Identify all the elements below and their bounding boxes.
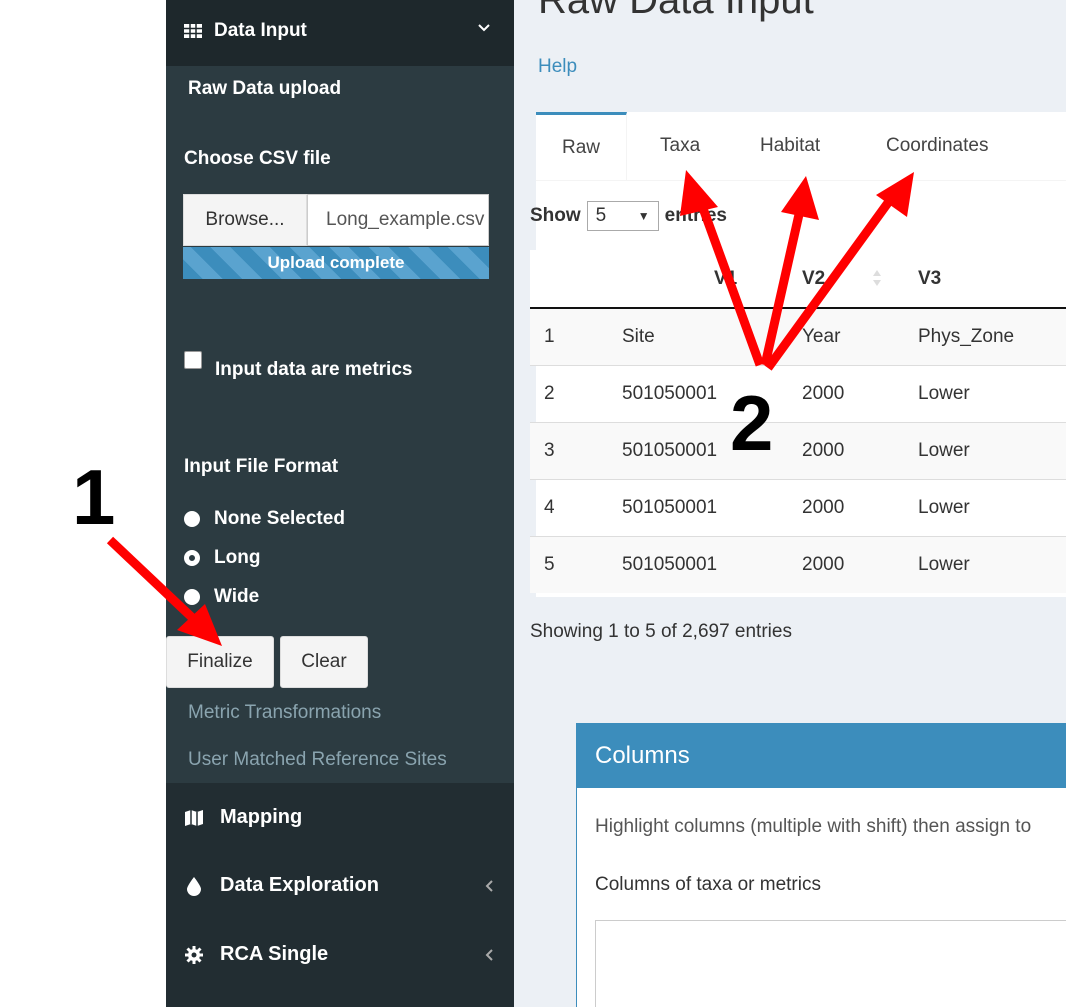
- menu-data-exploration[interactable]: Data Exploration: [184, 874, 494, 897]
- radio-label: Wide: [214, 586, 260, 607]
- columns-taxa-label: Columns of taxa or metrics: [595, 874, 821, 895]
- column-header: [530, 250, 608, 309]
- upload-progress-bar: Upload complete: [183, 247, 489, 279]
- main-content: Raw Data Input Help Raw Taxa Habitat Coo…: [514, 0, 1066, 1007]
- table-row[interactable]: 4 501050001 2000 Lower: [530, 478, 1066, 536]
- menu-rca-single-label: RCA Single: [220, 943, 329, 965]
- browse-button[interactable]: Browse...: [183, 194, 307, 246]
- sidebar-header[interactable]: Data Input: [166, 0, 514, 66]
- radio-dot: [184, 589, 200, 605]
- dropdown-caret-icon: ▼: [637, 209, 650, 223]
- user-matched-reference-link[interactable]: User Matched Reference Sites: [188, 749, 447, 771]
- gear-icon: [185, 945, 203, 964]
- radio-wide[interactable]: Wide: [184, 586, 259, 608]
- radio-label: None Selected: [214, 508, 345, 529]
- annotation-marker-2: 2: [730, 379, 774, 467]
- metric-transformations-link[interactable]: Metric Transformations: [188, 702, 381, 724]
- table-row[interactable]: 5 501050001 2000 Lower: [530, 535, 1066, 593]
- finalize-button[interactable]: Finalize: [166, 636, 274, 688]
- tab-taxa[interactable]: Taxa: [660, 112, 700, 180]
- table-cell: Lower: [900, 364, 1066, 422]
- raw-upload-title[interactable]: Raw Data upload: [188, 78, 341, 100]
- page-length-select[interactable]: 5 ▼: [586, 201, 659, 231]
- columns-taxa-listbox[interactable]: [595, 920, 1066, 1007]
- chevron-down-icon[interactable]: [478, 22, 490, 34]
- page-length-value: 5: [595, 205, 607, 226]
- column-header-v3[interactable]: V3: [900, 250, 1066, 309]
- annotation-marker-1: 1: [72, 453, 116, 541]
- menu-mapping-label: Mapping: [220, 806, 303, 828]
- table-cell: 5: [530, 535, 608, 593]
- sort-icon: [873, 270, 881, 286]
- table-cell: 2000: [788, 478, 900, 536]
- table-row[interactable]: 1 Site Year Phys_Zone: [530, 307, 1066, 365]
- table-cell: 4: [530, 478, 608, 536]
- table-info: Showing 1 to 5 of 2,697 entries: [530, 621, 792, 642]
- table-cell: 501050001: [608, 478, 788, 536]
- table-cell: 2000: [788, 535, 900, 593]
- table-cell: 3: [530, 421, 608, 479]
- menu-data-input[interactable]: Data Input: [184, 20, 307, 42]
- file-input[interactable]: Browse... Long_example.csv: [183, 194, 489, 246]
- menu-rca-single[interactable]: RCA Single: [184, 943, 494, 966]
- chevron-left-icon[interactable]: [484, 879, 494, 892]
- sidebar-submenu: Raw Data upload Choose CSV file Browse..…: [166, 66, 514, 783]
- entries-label: entries: [664, 205, 727, 226]
- menu-mapping[interactable]: Mapping: [184, 806, 494, 829]
- table-header-row: V1 V2 V3: [530, 250, 1066, 309]
- menu-data-input-label: Data Input: [214, 20, 307, 41]
- radio-none-selected[interactable]: None Selected: [184, 508, 345, 530]
- help-link[interactable]: Help: [538, 56, 577, 78]
- table-cell: 2: [530, 364, 608, 422]
- column-header-label: V2: [802, 267, 826, 289]
- sidebar: Data Input Raw Data upload Choose CSV fi…: [166, 0, 514, 1007]
- radio-label: Long: [214, 547, 261, 568]
- radio-dot-selected: [184, 550, 200, 566]
- tab-bar: Raw Taxa Habitat Coordinates: [536, 112, 1066, 181]
- table-cell: Site: [608, 307, 788, 365]
- show-label: Show: [530, 205, 581, 226]
- table-icon: [184, 24, 202, 38]
- table-cell: Lower: [900, 535, 1066, 593]
- table-cell: Lower: [900, 478, 1066, 536]
- table-cell: 2000: [788, 364, 900, 422]
- table-cell: 2000: [788, 421, 900, 479]
- page-length-control: Show 5 ▼ entries: [530, 201, 727, 231]
- metrics-checkbox[interactable]: [184, 351, 202, 369]
- radio-long[interactable]: Long: [184, 547, 260, 569]
- data-table: V1 V2 V3 1 Site Year Phys_Zone 2 5010500…: [530, 250, 1066, 593]
- column-header-v2[interactable]: V2: [788, 250, 900, 309]
- table-cell: Phys_Zone: [900, 307, 1066, 365]
- clear-button[interactable]: Clear: [280, 636, 368, 688]
- columns-panel: Columns Highlight columns (multiple with…: [576, 723, 1066, 1007]
- metrics-checkbox-label: Input data are metrics: [215, 359, 413, 380]
- table-row[interactable]: 2 501050001 2000 Lower: [530, 364, 1066, 422]
- table-cell: 1: [530, 307, 608, 365]
- chevron-left-icon[interactable]: [484, 948, 494, 961]
- table-cell: 501050001: [608, 535, 788, 593]
- columns-hint: Highlight columns (multiple with shift) …: [595, 816, 1032, 837]
- map-icon: [185, 809, 203, 826]
- columns-panel-title: Columns: [577, 724, 1066, 788]
- file-name-field[interactable]: Long_example.csv: [307, 194, 489, 246]
- radio-dot: [184, 511, 200, 527]
- menu-data-exploration-label: Data Exploration: [220, 874, 379, 896]
- tint-icon: [187, 876, 201, 896]
- table-row[interactable]: 3 501050001 2000 Lower: [530, 421, 1066, 479]
- tab-coordinates[interactable]: Coordinates: [886, 112, 988, 180]
- tab-habitat[interactable]: Habitat: [760, 112, 820, 180]
- tab-raw[interactable]: Raw: [536, 112, 628, 180]
- column-header-label: V3: [918, 267, 942, 289]
- choose-csv-label: Choose CSV file: [184, 148, 331, 169]
- page-title: Raw Data Input: [538, 0, 814, 22]
- table-cell: Lower: [900, 421, 1066, 479]
- format-label: Input File Format: [184, 456, 339, 477]
- column-header-v1[interactable]: V1: [608, 250, 855, 309]
- column-header-label: V1: [714, 267, 738, 289]
- table-cell: Year: [788, 307, 900, 365]
